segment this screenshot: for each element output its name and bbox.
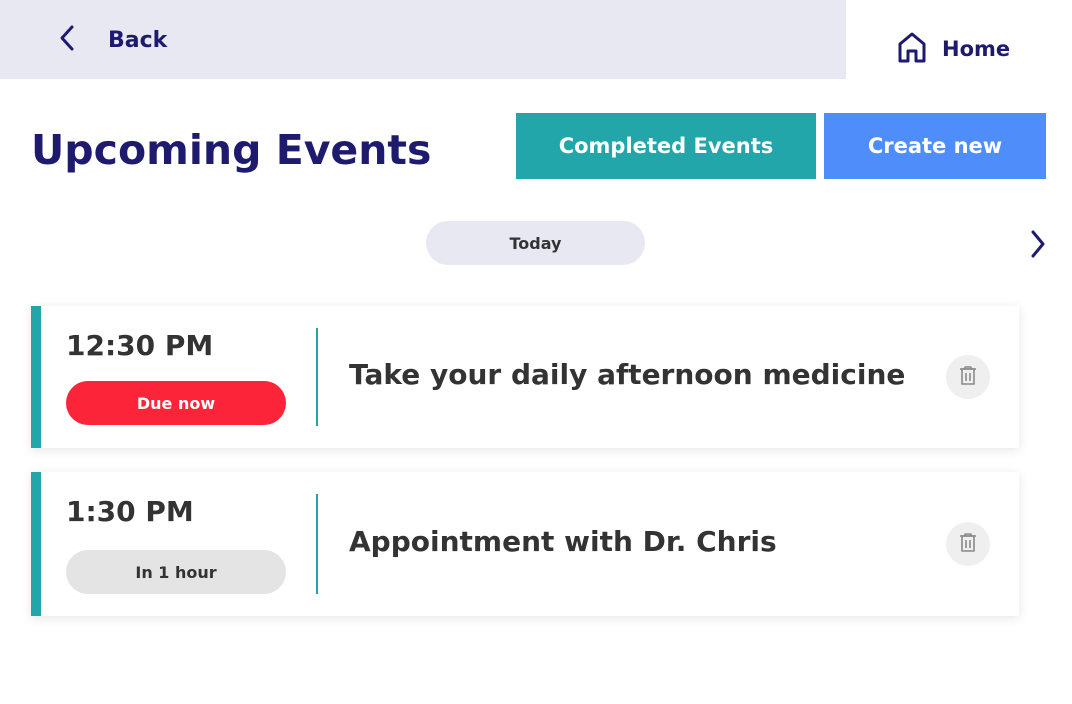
chevron-left-icon	[56, 23, 78, 57]
event-time: 12:30 PM	[66, 329, 214, 362]
top-bar: Back	[0, 0, 846, 79]
delete-event-button[interactable]	[946, 355, 990, 399]
card-divider	[316, 494, 318, 594]
chevron-right-icon	[1024, 230, 1050, 266]
status-badge: Due now	[66, 381, 286, 425]
home-label: Home	[942, 37, 1011, 61]
trash-icon	[959, 365, 977, 389]
page-title: Upcoming Events	[31, 126, 432, 174]
next-day-button[interactable]	[1024, 226, 1050, 262]
event-title: Take your daily afternoon medicine	[349, 358, 906, 391]
event-card[interactable]: 1:30 PM In 1 hour Appointment with Dr. C…	[31, 472, 1019, 616]
delete-event-button[interactable]	[946, 522, 990, 566]
date-selector[interactable]: Today	[426, 221, 645, 265]
back-button[interactable]: Back	[56, 22, 167, 58]
home-icon	[896, 30, 928, 68]
event-card[interactable]: 12:30 PM Due now Take your daily afterno…	[31, 306, 1019, 448]
create-new-button[interactable]: Create new	[824, 113, 1046, 179]
status-badge: In 1 hour	[66, 550, 286, 594]
card-divider	[316, 328, 318, 426]
back-label: Back	[108, 27, 168, 53]
trash-icon	[959, 532, 977, 556]
event-title: Appointment with Dr. Chris	[349, 525, 777, 558]
event-time: 1:30 PM	[66, 495, 194, 528]
home-button[interactable]: Home	[896, 30, 1010, 68]
completed-events-button[interactable]: Completed Events	[516, 113, 816, 179]
